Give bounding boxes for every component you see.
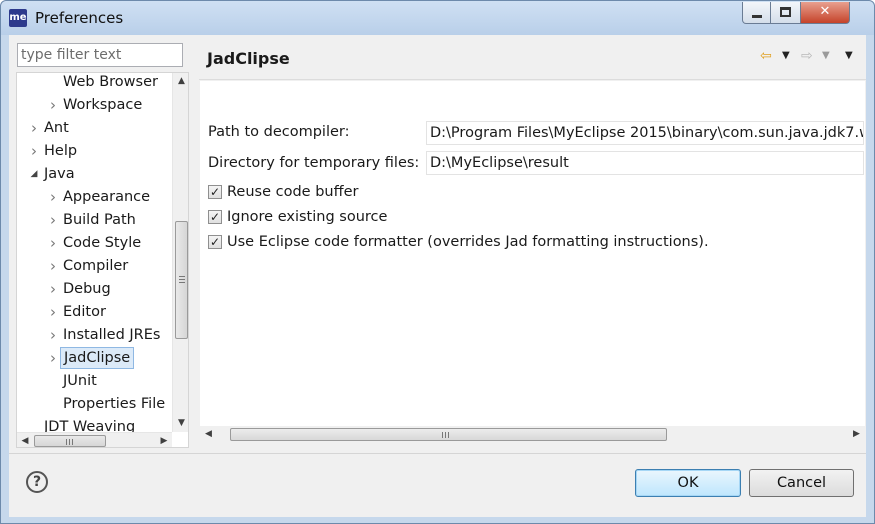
tree-item-jadclipse[interactable]: › JadClipse bbox=[17, 347, 172, 369]
page-title: JadClipse bbox=[207, 49, 290, 68]
tree-expand-icon[interactable]: › bbox=[47, 209, 59, 231]
checkbox-checked-icon[interactable]: ✓ bbox=[208, 185, 222, 199]
tree-item-label: Ant bbox=[44, 120, 69, 136]
tree-item-jdt-weaving[interactable]: JDT Weaving bbox=[17, 416, 172, 432]
tree-collapse-icon[interactable]: ◢ bbox=[28, 163, 40, 185]
tree-item-build-path[interactable]: › Build Path bbox=[17, 209, 172, 231]
tree-item-label: Build Path bbox=[63, 212, 136, 228]
tree-expand-icon[interactable]: › bbox=[47, 186, 59, 208]
tree-expand-icon[interactable]: › bbox=[47, 255, 59, 277]
tree-item-label: Editor bbox=[63, 304, 106, 320]
decompiler-path-field[interactable]: D:\Program Files\MyEclipse 2015\binary\c… bbox=[426, 121, 864, 145]
checkbox-label: Ignore existing source bbox=[227, 209, 388, 225]
preferences-window: me Preferences ✕ Web Browser›Workspace›A… bbox=[0, 0, 875, 524]
dialog-body: Web Browser›Workspace›Ant›Help◢Java›Appe… bbox=[9, 35, 866, 517]
tree-item-label: Help bbox=[44, 143, 78, 159]
tree-item-label: Appearance bbox=[63, 189, 151, 205]
tree-item-label: Compiler bbox=[63, 258, 129, 274]
tree-horizontal-scrollbar[interactable]: ◀ ▶ bbox=[17, 432, 172, 447]
title-bar[interactable]: me Preferences ✕ bbox=[1, 1, 874, 35]
tree-item-ant[interactable]: › Ant bbox=[17, 117, 172, 139]
back-dropdown-icon[interactable]: ▼ bbox=[782, 47, 790, 65]
tree-expand-icon[interactable]: › bbox=[47, 94, 59, 116]
close-icon: ✕ bbox=[819, 4, 831, 19]
scroll-right-icon[interactable]: ▶ bbox=[156, 433, 172, 447]
tree-expand-icon[interactable]: › bbox=[47, 347, 59, 369]
tree-viewport: Web Browser › Workspace › Ant › Help ◢ Java › Appe… bbox=[17, 73, 172, 432]
window-title: Preferences bbox=[35, 9, 124, 27]
tree-item-label: Code Style bbox=[63, 235, 142, 251]
filter-input[interactable] bbox=[17, 43, 183, 67]
tree-item-label: Java bbox=[44, 166, 75, 182]
scroll-left-icon[interactable]: ◀ bbox=[17, 433, 33, 447]
tree-item-label: Debug bbox=[63, 281, 111, 297]
temp-dir-label: Directory for temporary files: bbox=[208, 155, 420, 171]
tree-item-compiler[interactable]: › Compiler bbox=[17, 255, 172, 277]
maximize-button[interactable] bbox=[771, 2, 801, 24]
decompiler-path-label: Path to decompiler: bbox=[208, 124, 350, 140]
tree-expand-icon[interactable]: › bbox=[47, 278, 59, 300]
tree-item-java[interactable]: ◢ Java bbox=[17, 163, 172, 185]
tree-item-label: Properties File bbox=[63, 396, 166, 412]
scroll-thumb[interactable] bbox=[175, 221, 188, 339]
scroll-thumb[interactable] bbox=[34, 435, 106, 447]
content-horizontal-scrollbar[interactable]: ◀ ▶ bbox=[200, 426, 865, 443]
forward-arrow-icon[interactable]: ⇨ bbox=[801, 47, 813, 65]
minimize-icon bbox=[752, 15, 762, 18]
tree-item-web-browser[interactable]: Web Browser bbox=[17, 73, 172, 93]
checkbox-label: Reuse code buffer bbox=[227, 184, 359, 200]
tree-item-label: Workspace bbox=[63, 97, 143, 113]
tree-expand-icon[interactable]: › bbox=[47, 324, 59, 346]
checkbox-checked-icon[interactable]: ✓ bbox=[208, 210, 222, 224]
tree-expand-icon[interactable]: › bbox=[47, 232, 59, 254]
tree-item-appearance[interactable]: › Appearance bbox=[17, 186, 172, 208]
tree-item-label: Installed JREs bbox=[63, 327, 161, 343]
myeclipse-app-icon: me bbox=[9, 9, 27, 27]
tree-item-debug[interactable]: › Debug bbox=[17, 278, 172, 300]
scroll-down-icon[interactable]: ▼ bbox=[173, 415, 188, 432]
maximize-icon bbox=[780, 7, 791, 17]
tree-item-code-style[interactable]: › Code Style bbox=[17, 232, 172, 254]
preferences-tree: Web Browser › Workspace › Ant › Help ◢ Java › Appe… bbox=[16, 72, 189, 448]
tree-item-installed-jres[interactable]: › Installed JREs bbox=[17, 324, 172, 346]
tree-item-label: Web Browser bbox=[63, 74, 158, 90]
forward-dropdown-icon[interactable]: ▼ bbox=[822, 47, 830, 65]
ok-button[interactable]: OK bbox=[635, 469, 741, 497]
back-arrow-icon[interactable]: ⇦ bbox=[760, 47, 772, 65]
scroll-thumb[interactable] bbox=[230, 428, 667, 441]
help-icon[interactable]: ? bbox=[26, 471, 48, 493]
tree-item-label: JadClipse bbox=[60, 347, 135, 369]
close-button[interactable]: ✕ bbox=[801, 2, 850, 24]
tree-item-label: JUnit bbox=[63, 373, 97, 389]
tree-item-editor[interactable]: › Editor bbox=[17, 301, 172, 323]
checkbox-label: Use Eclipse code formatter (overrides Ja… bbox=[227, 234, 709, 250]
tree-item-workspace[interactable]: › Workspace bbox=[17, 94, 172, 116]
tree-expand-icon[interactable]: › bbox=[28, 140, 40, 162]
tree-expand-icon[interactable]: › bbox=[47, 301, 59, 323]
scroll-left-icon[interactable]: ◀ bbox=[200, 426, 217, 443]
preference-page-content: Path to decompiler: D:\Program Files\MyE… bbox=[199, 80, 866, 444]
checkbox-checked-icon[interactable]: ✓ bbox=[208, 235, 222, 249]
scroll-right-icon[interactable]: ▶ bbox=[848, 426, 865, 443]
tree-item-junit[interactable]: JUnit bbox=[17, 370, 172, 392]
scroll-up-icon[interactable]: ▲ bbox=[173, 73, 188, 90]
cancel-button[interactable]: Cancel bbox=[749, 469, 854, 497]
temp-dir-field[interactable]: D:\MyEclipse\result bbox=[426, 151, 864, 175]
tree-item-label: JDT Weaving bbox=[44, 419, 136, 432]
tree-expand-icon[interactable]: › bbox=[28, 117, 40, 139]
minimize-button[interactable] bbox=[742, 2, 771, 24]
button-bar-divider bbox=[9, 453, 866, 454]
tree-vertical-scrollbar[interactable]: ▲ ▼ bbox=[172, 73, 188, 432]
tree-item-properties-file[interactable]: Properties File bbox=[17, 393, 172, 415]
view-menu-icon[interactable]: ▼ bbox=[845, 47, 853, 65]
tree-item-help[interactable]: › Help bbox=[17, 140, 172, 162]
